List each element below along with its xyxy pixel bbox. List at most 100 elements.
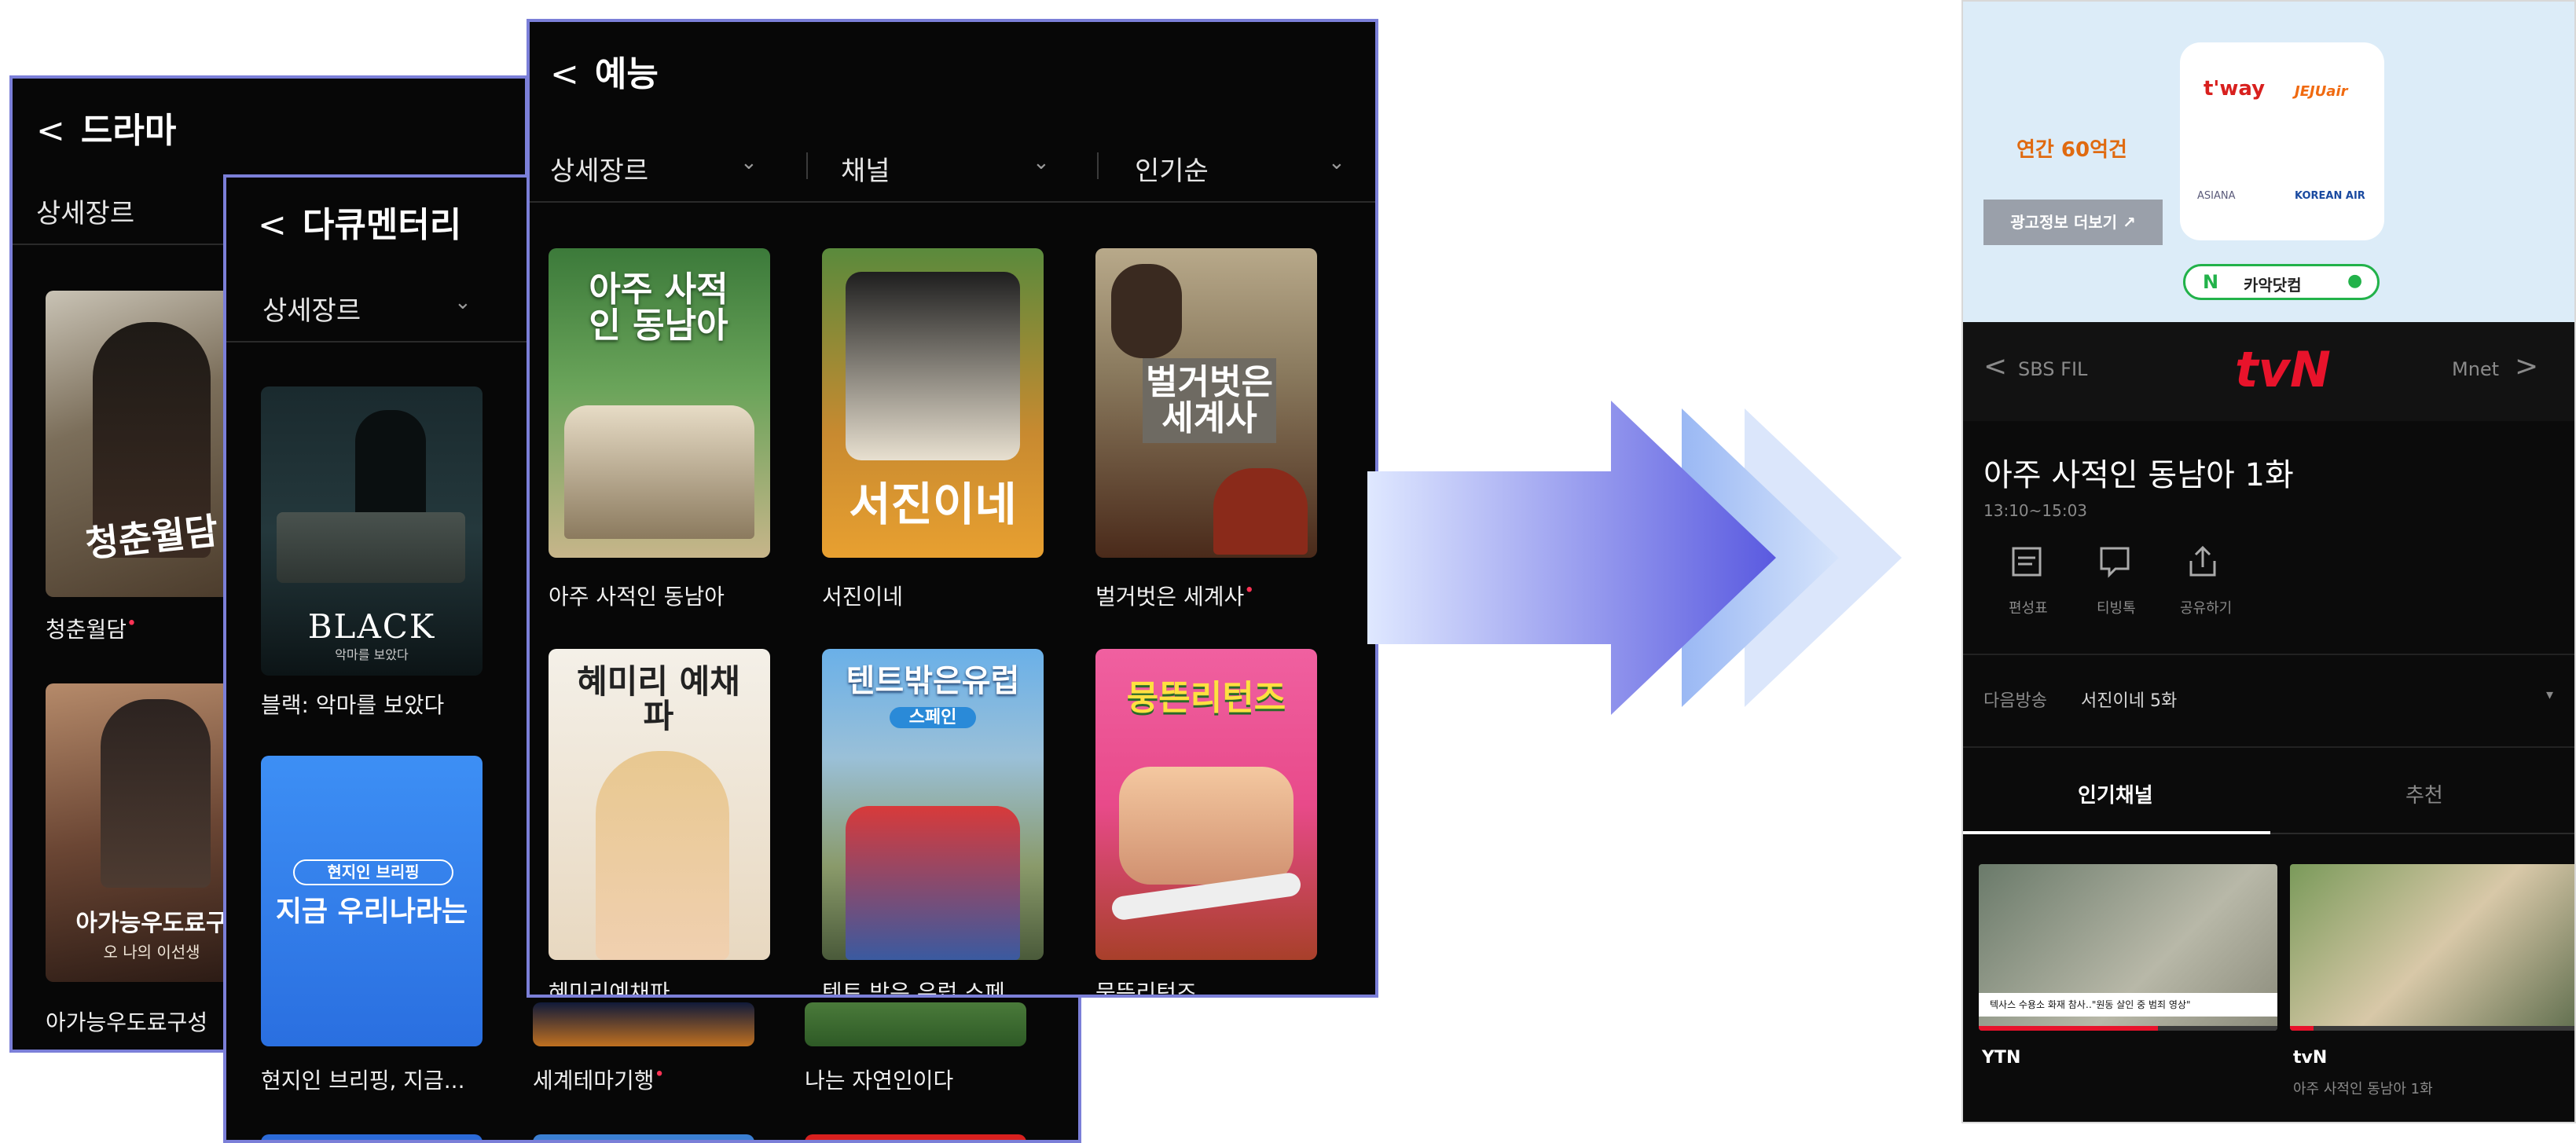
channel-switcher: < SBS FIL tvN Mnet > — [1963, 322, 2574, 421]
docu-title-4: 나는 자연인이다 — [805, 1068, 954, 1094]
page-title: 예능 — [594, 54, 659, 94]
chevron-down-icon[interactable]: ▾ — [2546, 687, 2553, 703]
schedule-label: 편성표 — [2009, 600, 2048, 617]
filter-divider — [806, 152, 808, 179]
poster-caption: 청춘월담 — [46, 617, 127, 643]
channel-name-tvn: tvN — [2293, 1048, 2328, 1068]
next-channel[interactable]: Mnet — [2452, 358, 2499, 380]
poster-art-title: 혜미리 예채파 — [577, 662, 740, 736]
variety-poster-6[interactable]: 뭉뜬리턴즈 — [1095, 649, 1317, 960]
schedule-button[interactable]: 편성표 — [1983, 544, 2070, 622]
naver-icon: N — [2203, 271, 2219, 293]
poster-art-title: 지금 우리나라는 — [275, 896, 468, 928]
drama-title-2: 아가능우도료구성 — [46, 1009, 208, 1035]
docu-poster-1[interactable]: BLACK 악마를 보았다 — [261, 386, 483, 676]
docu-poster-2[interactable]: 현지인 브리핑 지금 우리나라는 — [261, 756, 483, 1046]
poster-figure — [1213, 468, 1308, 555]
ad-logo-card: t'way JEJUair ASIANA KOREAN AIR — [2180, 42, 2384, 240]
docu-title-1: 블랙: 악마를 보았다 — [261, 692, 445, 718]
back-icon[interactable]: < — [36, 111, 65, 151]
chat-button[interactable]: 티빙톡 — [2071, 544, 2158, 622]
variety-poster-2[interactable]: 서진이네 — [822, 248, 1044, 558]
drama-header: < 드라마 — [36, 102, 525, 152]
channel-card-tvn[interactable] — [2290, 864, 2574, 1031]
current-channel-logo: tvN — [2235, 341, 2331, 398]
live-progress-bar — [1979, 1026, 2277, 1031]
poster-art-title: 서진이네 — [849, 478, 1017, 531]
poster-art-subtitle: 악마를 보았다 — [335, 647, 409, 662]
variety-poster-4[interactable]: 혜미리 예채파 — [549, 649, 770, 960]
new-dot-icon: • — [654, 1064, 665, 1085]
channel-card-ytn[interactable]: 텍사스 수용소 화재 참사‥"원동 살인 중 범죄 영상" — [1979, 864, 2277, 1031]
genre-filter[interactable]: 상세장르 — [550, 149, 648, 188]
ad-banner[interactable]: 연간 60억건 광고정보 더보기 ↗ t'way JEJUair ASIANA … — [1963, 2, 2574, 322]
variety-title-6: 뭉뜬리턴즈 — [1095, 980, 1197, 998]
share-icon — [2189, 545, 2216, 577]
docu-poster-3[interactable] — [533, 1002, 754, 1046]
poster-art-title: 뭉뜬리턴즈 — [1126, 678, 1286, 718]
page-title: 다큐멘터리 — [302, 205, 462, 245]
variety-title-2: 서진이네 — [822, 584, 904, 610]
tab-label: 추천 — [2405, 784, 2443, 808]
chat-label: 티빙톡 — [2097, 600, 2136, 617]
variety-panel: < 예능 상세장르 ⌄ 채널 ⌄ 인기순 ⌄ 아주 사적인 동남아 아주 사적인 … — [527, 19, 1378, 998]
docu-poster-4[interactable] — [805, 1002, 1026, 1046]
back-icon[interactable]: < — [550, 54, 579, 94]
filter-divider — [1097, 152, 1099, 179]
next-channel-icon[interactable]: > — [2515, 350, 2538, 383]
variety-poster-3[interactable]: 벌거벗은 세계사 — [1095, 248, 1317, 558]
prev-channel[interactable]: SBS FIL — [2018, 358, 2087, 380]
tab-recommended[interactable]: 추천 — [2270, 748, 2574, 834]
poster-art-title: 아주 사적인 동남아 — [589, 269, 728, 346]
variety-poster-5[interactable]: 텐트밖은유럽 스페인 — [822, 649, 1044, 960]
docu-title-3: 세계테마기행• — [533, 1064, 665, 1095]
new-dot-icon: • — [127, 614, 138, 634]
chevron-down-icon[interactable]: ⌄ — [1033, 151, 1050, 174]
variety-filter-bar: 상세장르 ⌄ 채널 ⌄ 인기순 ⌄ — [530, 130, 1375, 203]
ad-search-pill[interactable]: N 카악닷컴 ● — [2183, 264, 2380, 300]
variety-title-5: 텐트 밖은 유럽 스페 — [822, 980, 1005, 998]
share-button[interactable]: 공유하기 — [2160, 544, 2246, 622]
ad-search-label: 카악닷컴 — [2244, 276, 2302, 295]
poster-cast — [846, 806, 1020, 960]
docu-poster-7[interactable] — [805, 1134, 1026, 1140]
chat-icon — [2100, 547, 2130, 578]
channel-filter[interactable]: 채널 — [841, 149, 890, 188]
docu-poster-6[interactable] — [533, 1134, 754, 1140]
tab-label: 인기채널 — [2078, 784, 2153, 808]
next-program-label: 다음방송 — [1983, 691, 2047, 711]
poster-bed — [277, 512, 465, 583]
tab-popular-channels[interactable]: 인기채널 — [1963, 748, 2270, 834]
sort-filter[interactable]: 인기순 — [1135, 149, 1209, 188]
live-progress-fill — [2290, 1026, 2314, 1031]
next-program-value: 서진이네 5화 — [2081, 691, 2178, 711]
variety-header: < 예능 — [550, 46, 1375, 96]
genre-filter[interactable]: 상세장르 — [262, 289, 361, 328]
poster-badge: 현지인 브리핑 — [293, 859, 453, 885]
variety-poster-1[interactable]: 아주 사적인 동남아 — [549, 248, 770, 558]
chevron-down-icon[interactable]: ⌄ — [740, 151, 758, 174]
back-icon[interactable]: < — [258, 205, 287, 245]
chevron-down-icon[interactable]: ⌄ — [454, 291, 472, 314]
jejuair-logo: JEJUair — [2295, 83, 2348, 100]
news-ticker: 텍사스 수용소 화재 참사‥"원동 살인 중 범죄 영상" — [1979, 993, 2277, 1017]
ticker-text: 텍사스 수용소 화재 참사‥"원동 살인 중 범죄 영상" — [1990, 999, 2191, 1010]
tway-logo: t'way — [2204, 77, 2266, 101]
transition-arrow-icon — [1367, 401, 1902, 715]
poster-art-title: BLACK — [307, 607, 436, 646]
variety-title-4: 혜미리예채파 — [549, 980, 670, 998]
prev-channel-icon[interactable]: < — [1983, 350, 2007, 383]
page-title: 드라마 — [80, 111, 177, 151]
ad-more-button[interactable]: 광고정보 더보기 ↗ — [1983, 200, 2163, 245]
program-time: 13:10~15:03 — [1983, 501, 2088, 520]
docu-poster-5[interactable] — [261, 1134, 483, 1140]
chevron-down-icon[interactable]: ⌄ — [1328, 151, 1345, 174]
poster-caption: 벌거벗은 세계사 — [1095, 584, 1245, 610]
genre-filter[interactable]: 상세장르 — [36, 192, 134, 230]
poster-art-title: 벌거벗은 세계사 — [1143, 358, 1276, 444]
poster-art-subtitle: 스페인 — [890, 707, 976, 729]
next-program-row[interactable]: 다음방송 서진이네 5화 ▾ — [1963, 655, 2574, 746]
channel-program-tvn: 아주 사적인 동남아 1화 — [2293, 1081, 2433, 1097]
tv-app-screen: 연간 60억건 광고정보 더보기 ↗ t'way JEJUair ASIANA … — [1961, 0, 2576, 1123]
mic-icon[interactable]: ● — [2347, 271, 2362, 291]
